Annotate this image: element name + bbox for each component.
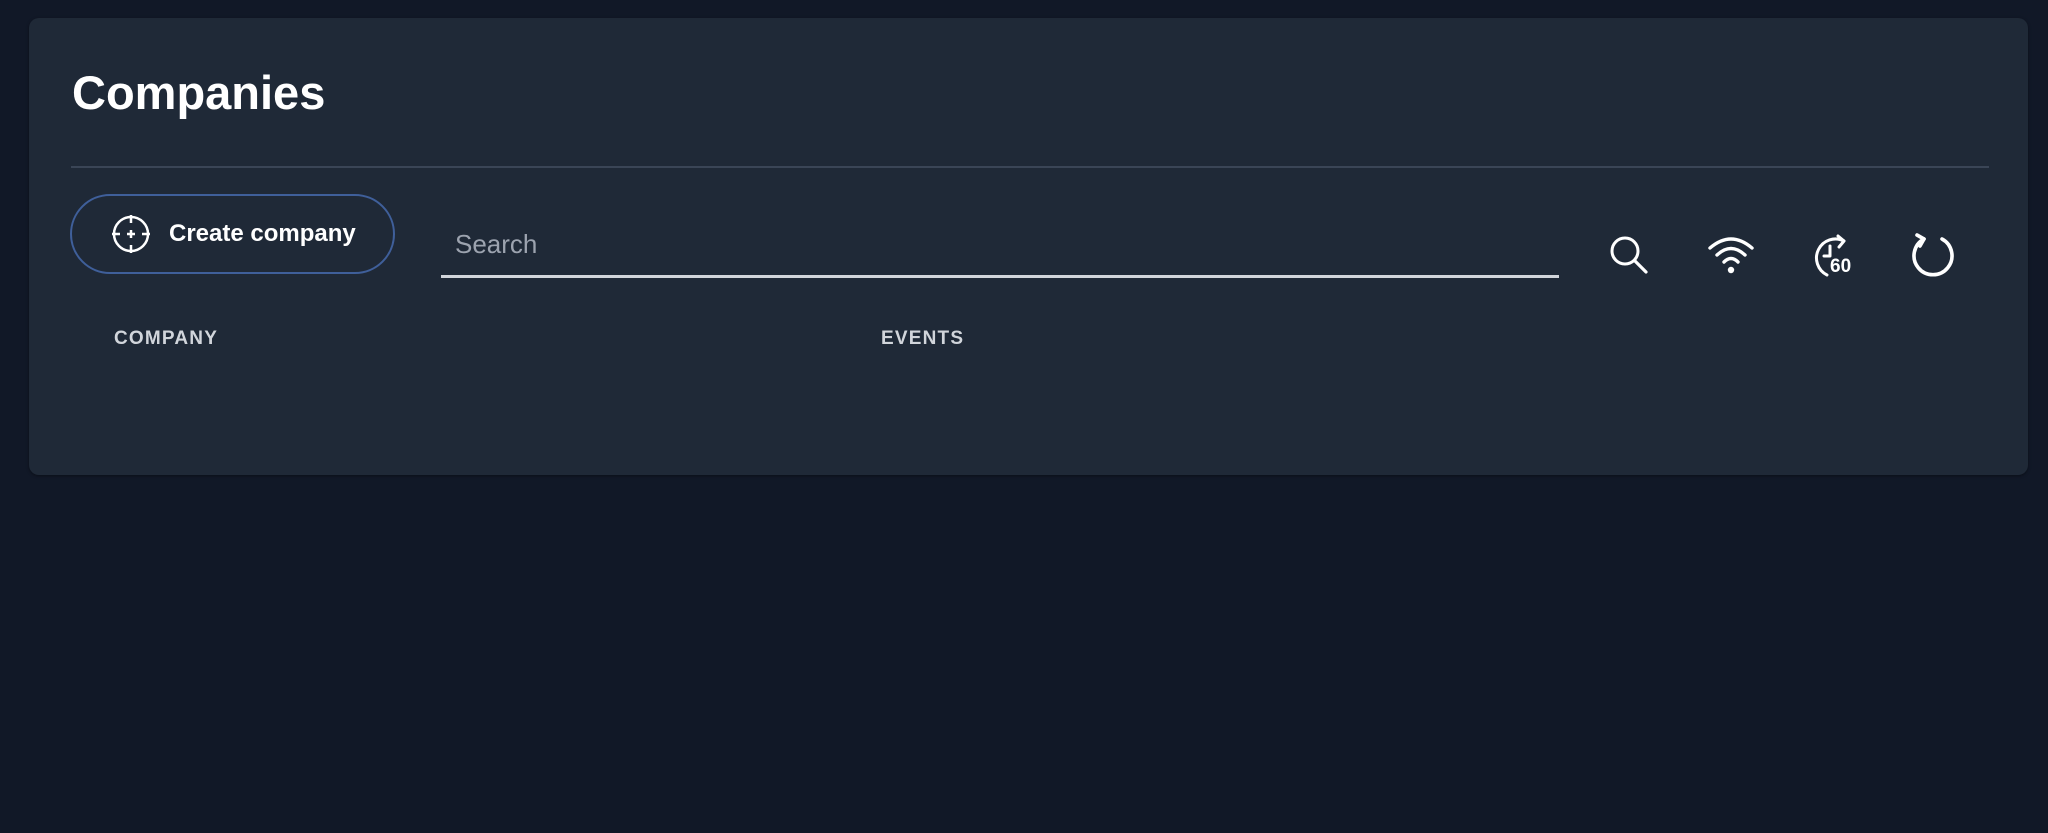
title-divider <box>71 166 1989 168</box>
search-input[interactable] <box>441 214 1559 278</box>
refresh-button[interactable] <box>1907 231 1959 283</box>
connection-status-button[interactable] <box>1705 231 1757 283</box>
crosshair-plus-icon <box>109 212 153 256</box>
auto-refresh-button[interactable]: 60 <box>1806 231 1858 283</box>
column-header-company[interactable]: COMPANY <box>114 328 218 350</box>
search-field <box>441 214 1559 290</box>
column-header-events[interactable]: EVENTS <box>881 328 964 350</box>
companies-card: Companies Create company Search 60 COMPA… <box>29 18 2028 475</box>
create-company-button[interactable]: Create company <box>70 194 395 274</box>
refresh-icon <box>1907 229 1959 286</box>
page-title: Companies <box>72 66 326 119</box>
app-page: Companies Create company Search 60 COMPA… <box>0 0 2048 833</box>
auto-refresh-interval: 60 <box>1830 256 1852 277</box>
search-icon <box>1606 232 1652 283</box>
search-button[interactable] <box>1603 231 1655 283</box>
auto-refresh-60-icon: 60 <box>1806 231 1858 283</box>
wifi-icon <box>1706 232 1756 283</box>
create-company-label: Create company <box>169 220 356 247</box>
